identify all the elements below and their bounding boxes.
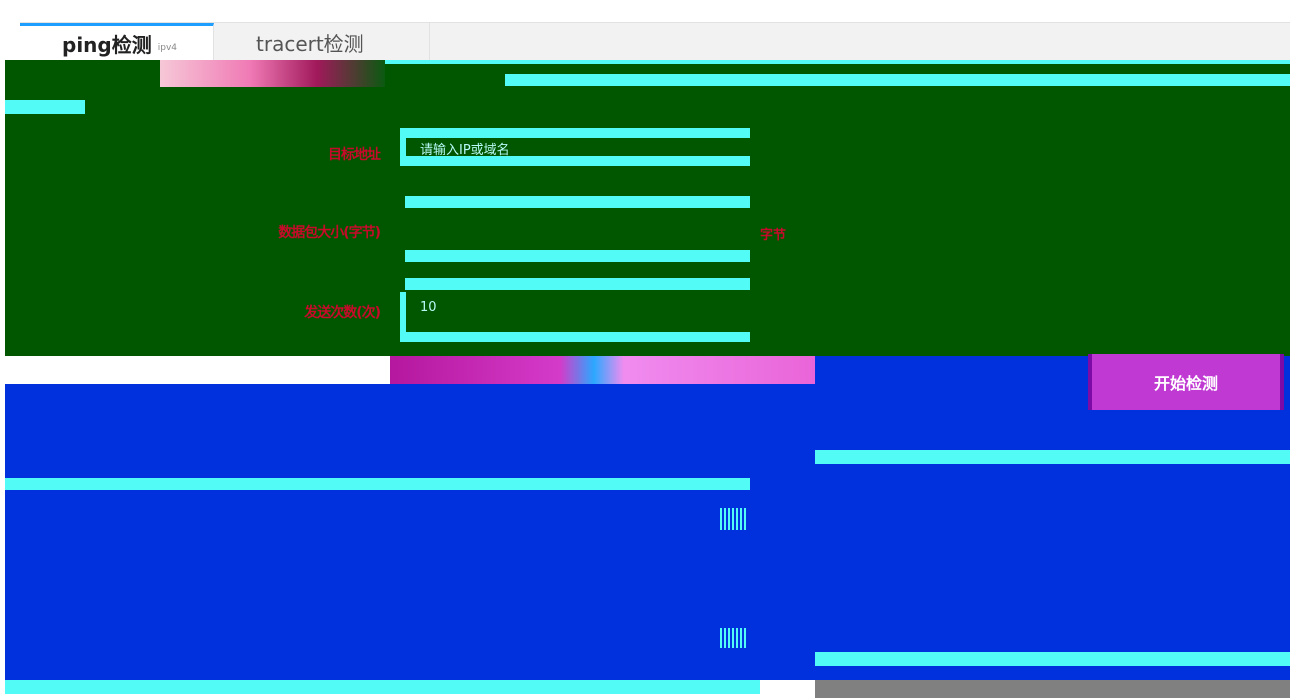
scrollbar-up[interactable] bbox=[720, 508, 746, 530]
tab-tracert[interactable]: tracert检测 bbox=[214, 23, 430, 61]
result-panel bbox=[5, 384, 1290, 680]
target-input[interactable]: 请输入IP或域名 bbox=[400, 128, 750, 166]
start-detect-button[interactable]: 开始检测 bbox=[1088, 354, 1284, 410]
target-label: 目标地址 bbox=[328, 147, 381, 163]
scrollbar-down[interactable] bbox=[720, 628, 746, 648]
result-right-line-bottom bbox=[815, 652, 1290, 666]
tab-ping-sub: ipv4 bbox=[157, 42, 177, 53]
tab-glitch-strip bbox=[160, 60, 385, 87]
panel-marker bbox=[5, 100, 85, 114]
result-box-top bbox=[5, 478, 750, 490]
count-field-top bbox=[405, 278, 750, 290]
result-box-bottom bbox=[5, 680, 760, 694]
count-label: 发送次数(次) bbox=[304, 305, 381, 321]
status-bar bbox=[815, 680, 1290, 698]
action-strip bbox=[390, 356, 815, 384]
target-placeholder: 请输入IP或域名 bbox=[420, 143, 510, 158]
packet-size-input[interactable] bbox=[405, 250, 750, 262]
count-input[interactable]: 10 bbox=[400, 292, 750, 342]
count-value: 10 bbox=[420, 300, 437, 315]
tab-ping[interactable]: ping检测 ipv4 bbox=[20, 23, 214, 61]
packet-size-label: 数据包大小(字节) bbox=[278, 225, 381, 241]
packet-field-top bbox=[405, 196, 750, 208]
tab-tracert-label: tracert检测 bbox=[256, 31, 364, 56]
tab-bar: ping检测 ipv4 tracert检测 bbox=[20, 22, 1290, 61]
packet-size-unit: 字节 bbox=[760, 228, 787, 243]
result-right-line-top bbox=[815, 450, 1290, 464]
tab-ping-label: ping检测 bbox=[62, 33, 152, 57]
